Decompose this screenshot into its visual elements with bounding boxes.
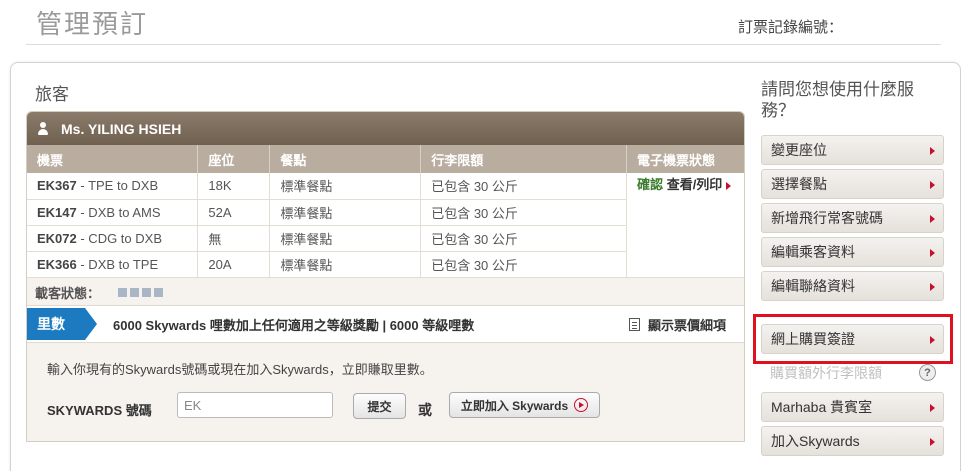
edit-passenger-info-button[interactable]: 編輯乘客資料 — [761, 237, 944, 267]
eticket-confirmed: 確認 — [637, 177, 664, 192]
skywards-number-label: SKYWARDS 號碼 — [47, 403, 152, 418]
edit-contact-info-button[interactable]: 編輯聯絡資料 — [761, 271, 944, 301]
passenger-header: Ms. YILING HSIEH — [27, 112, 744, 145]
flight-code: EK367 — [37, 178, 77, 194]
passengers-section-title: 旅客 — [35, 85, 69, 105]
col-header-baggage: 行李限額 — [420, 145, 628, 173]
page-title: 管理預訂 — [36, 10, 149, 40]
miles-earned-text: 6000 Skywards 哩數加上任何適用之等級獎勵 | 6000 等級哩數 — [113, 317, 475, 333]
submit-button[interactable]: 提交 — [353, 393, 406, 419]
carrier-status-label: 載客狀態： — [35, 286, 101, 301]
marhaba-lounge-button[interactable]: Marhaba 貴賓室 — [761, 392, 944, 422]
arrow-right-icon — [930, 147, 935, 155]
join-skywards-service-button[interactable]: 加入Skywards — [761, 426, 944, 456]
meal-cell: 標準餐點 — [269, 199, 422, 226]
booking-reference-label: 訂票記錄編號： — [738, 18, 844, 36]
header-divider — [26, 44, 941, 45]
baggage-cell: 已包含 30 公斤 — [420, 173, 628, 200]
baggage-cell: 已包含 30 公斤 — [420, 225, 628, 252]
passenger-panel: Ms. YILING HSIEH 機票 座位 餐點 行李限額 電子機票狀態 EK… — [26, 111, 745, 442]
services-question: 請問您想使用什麼服務？ — [761, 80, 914, 121]
tickets-header-row: 機票 座位 餐點 行李限額 電子機票狀態 — [27, 145, 744, 173]
service-label: 購買額外行李限額 — [770, 365, 882, 381]
flight-cell: EK147 - DXB to AMS — [27, 199, 199, 226]
flight-route: - TPE to DXB — [76, 178, 159, 194]
table-row: EK367 - TPE to DXB 18K 標準餐點 已包含 30 公斤 確認… — [27, 173, 744, 278]
arrow-right-icon — [930, 283, 935, 291]
circle-arrow-icon — [574, 398, 589, 412]
or-label: 或 — [418, 403, 432, 419]
col-header-eticket-status: 電子機票狀態 — [626, 145, 744, 173]
flight-code: EK366 — [37, 256, 77, 272]
join-skywards-label: 立即加入 Skywards — [460, 398, 569, 413]
flight-cell: EK366 - DXB to TPE — [27, 251, 199, 278]
highlight-frame — [753, 314, 953, 364]
baggage-cell: 已包含 30 公斤 — [420, 199, 628, 226]
baggage-cell: 已包含 30 公斤 — [420, 251, 628, 278]
seat-cell: 20A — [197, 251, 271, 278]
passenger-name: Ms. YILING HSIEH — [61, 120, 182, 137]
meal-cell: 標準餐點 — [269, 251, 422, 278]
service-label: 編輯乘客資料 — [771, 244, 855, 260]
flight-code: EK072 — [37, 230, 77, 246]
flight-cell: EK072 - CDG to DXB — [27, 225, 199, 252]
seat-cell: 無 — [197, 225, 271, 252]
flight-route: - CDG to DXB — [76, 230, 162, 246]
service-label: Marhaba 貴賓室 — [771, 399, 873, 415]
service-label: 加入Skywards — [771, 433, 860, 449]
miles-tag: 里數 — [27, 308, 97, 340]
carrier-status: 載客狀態： — [35, 283, 164, 302]
service-label: 編輯聯絡資料 — [771, 278, 855, 294]
arrow-right-icon — [930, 249, 935, 257]
view-print-link[interactable]: 查看/列印 — [667, 177, 723, 192]
service-label: 變更座位 — [771, 142, 827, 158]
add-frequent-flyer-button[interactable]: 新增飛行常客號碼 — [761, 203, 944, 233]
tickets-table: 機票 座位 餐點 行李限額 電子機票狀態 EK367 - TPE to DXB … — [27, 145, 744, 278]
carrier-status-indicator — [118, 288, 164, 297]
col-header-meal: 餐點 — [269, 145, 422, 173]
meal-cell: 標準餐點 — [269, 225, 422, 252]
arrow-right-icon — [726, 181, 732, 190]
service-label: 選擇餐點 — [771, 176, 827, 192]
service-label: 新增飛行常客號碼 — [771, 210, 883, 226]
select-meal-button[interactable]: 選擇餐點 — [761, 169, 944, 199]
seat-cell: 52A — [197, 199, 271, 226]
miles-bar: 里數 6000 Skywards 哩數加上任何適用之等級獎勵 | 6000 等級… — [27, 305, 744, 343]
arrow-right-icon — [930, 404, 935, 412]
arrow-right-icon — [930, 215, 935, 223]
skywards-number-input[interactable] — [177, 392, 333, 418]
flight-route: - DXB to AMS — [76, 204, 161, 220]
help-icon[interactable]: ? — [919, 364, 936, 381]
meal-cell: 標準餐點 — [269, 173, 422, 200]
join-skywards-button[interactable]: 立即加入 Skywards — [449, 392, 600, 418]
flight-route: - DXB to TPE — [76, 256, 159, 272]
person-icon — [37, 121, 49, 136]
flight-cell: EK367 - TPE to DXB — [27, 173, 199, 200]
change-seat-button[interactable]: 變更座位 — [761, 135, 944, 165]
fare-detail-link[interactable]: 顯示票價細項 — [628, 315, 726, 334]
fare-detail-label: 顯示票價細項 — [647, 317, 726, 333]
arrow-right-icon — [930, 438, 935, 446]
col-header-ticket: 機票 — [27, 145, 199, 173]
arrow-right-icon — [930, 181, 935, 189]
flight-code: EK147 — [37, 204, 77, 220]
document-icon — [628, 317, 640, 331]
eticket-status-cell: 確認 查看/列印 — [626, 173, 744, 278]
skywards-prompt: 輸入你現有的Skywards號碼或現在加入Skywards，立即賺取里數。 — [47, 362, 433, 377]
seat-cell: 18K — [197, 173, 271, 200]
col-header-seat: 座位 — [197, 145, 271, 173]
